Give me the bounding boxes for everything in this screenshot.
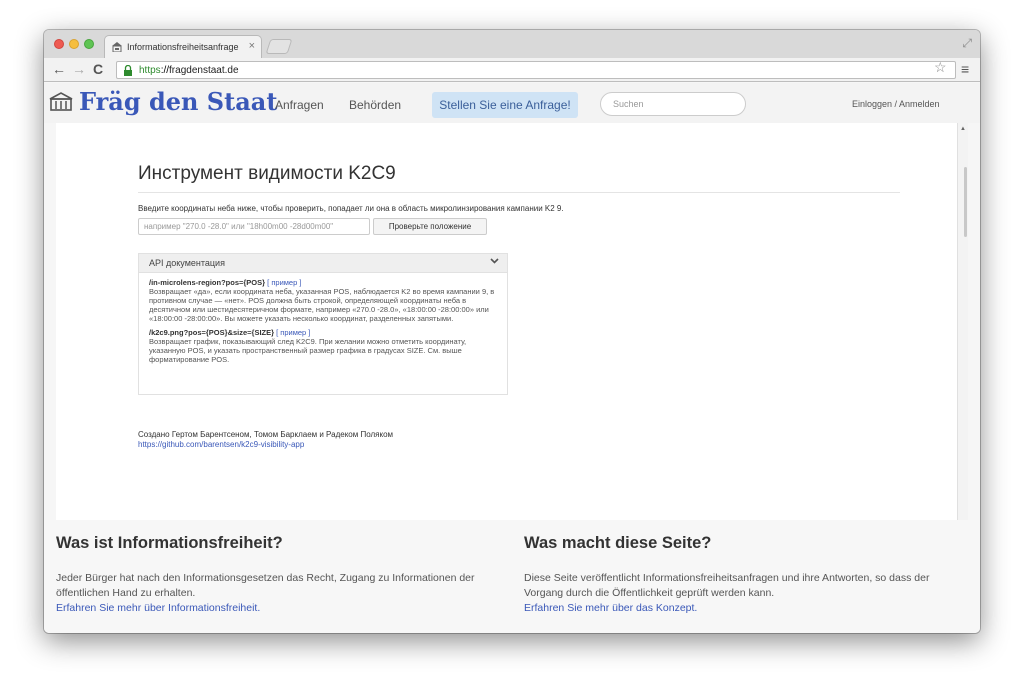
url-host: fragdenstaat.de xyxy=(169,65,239,76)
tab-close-icon[interactable]: × xyxy=(249,40,255,52)
browser-toolbar: ← → C https://fragdenstaat.de ☆ ≡ xyxy=(44,58,980,82)
maximize-window-icon[interactable] xyxy=(84,39,94,49)
example-link[interactable]: [ пример ] xyxy=(276,328,310,337)
address-bar[interactable]: https://fragdenstaat.de xyxy=(116,61,956,79)
footer-col-seite: Was macht diese Seite? Diese Seite veröf… xyxy=(524,534,969,616)
endpoint-item: /k2c9.png?pos={POS}&size={SIZE} [ пример… xyxy=(149,328,497,364)
endpoint-description: Возвращает график, показывающий след K2C… xyxy=(149,337,467,364)
url-separator: :// xyxy=(160,65,170,76)
check-position-button[interactable]: Проверьте положение xyxy=(373,218,487,235)
instructions-text: Введите координаты неба ниже, чтобы пров… xyxy=(138,204,564,213)
scrollbar[interactable]: ▲ xyxy=(957,123,968,520)
nav-link-anfragen[interactable]: Anfragen xyxy=(275,98,324,112)
browser-window: Informationsfreiheitsanfrage × ⤢ ← → C h… xyxy=(44,30,980,633)
footer-heading: Was ist Informationsfreiheit? xyxy=(56,534,283,552)
new-tab-button[interactable] xyxy=(265,39,293,54)
favicon-icon xyxy=(112,42,122,52)
content-frame: ▲ Инструмент видимости K2C9 Введите коор… xyxy=(56,123,968,520)
github-link[interactable]: https://github.com/barentsen/k2c9-visibi… xyxy=(138,440,304,449)
api-docs-body: /in-microlens-region?pos={POS} [ пример … xyxy=(139,273,507,364)
position-input[interactable]: например "270.0 -28.0" или "18h00m00 -28… xyxy=(138,218,370,235)
bookmark-star-icon[interactable]: ☆ xyxy=(934,59,947,76)
scrollbar-thumb[interactable] xyxy=(964,167,967,237)
back-icon[interactable]: ← xyxy=(52,61,66,77)
endpoint-description: Возвращает «да», если координата неба, у… xyxy=(149,287,495,323)
building-logo-icon[interactable] xyxy=(49,92,73,112)
api-docs-header[interactable]: API документация xyxy=(139,254,507,273)
lock-icon xyxy=(124,65,132,76)
footer-text: Jeder Bürger hat nach den Informationsge… xyxy=(56,572,475,599)
endpoint-item: /in-microlens-region?pos={POS} [ пример … xyxy=(149,278,497,323)
page-title: Инструмент видимости K2C9 xyxy=(138,163,396,184)
footer-link[interactable]: Erfahren Sie mehr über Informationsfreih… xyxy=(56,601,476,616)
endpoint-path: /k2c9.png?pos={POS}&size={SIZE} xyxy=(149,328,275,337)
scroll-up-icon[interactable]: ▲ xyxy=(960,126,966,132)
credits: Создано Гертом Барентсеном, Томом Баркла… xyxy=(138,430,393,450)
site-navbar: Fräg den Staat Anfragen Behörden Stellen… xyxy=(44,83,980,123)
footer-text: Diese Seite veröffentlicht Informationsf… xyxy=(524,572,930,599)
new-request-button[interactable]: Stellen Sie eine Anfrage! xyxy=(432,92,578,118)
footer-link[interactable]: Erfahren Sie mehr über das Konzept. xyxy=(524,601,969,616)
site-footer: Was ist Informationsfreiheit? Jeder Bürg… xyxy=(44,520,980,633)
minimize-window-icon[interactable] xyxy=(69,39,79,49)
api-docs-panel: API документация /in-microlens-region?po… xyxy=(138,253,508,395)
credit-text: Создано Гертом Барентсеном, Томом Баркла… xyxy=(138,430,394,439)
menu-icon[interactable]: ≡ xyxy=(961,61,969,77)
tab-title: Informationsfreiheitsanfrage xyxy=(127,42,239,52)
nav-link-behoerden[interactable]: Behörden xyxy=(349,98,401,112)
browser-tab[interactable]: Informationsfreiheitsanfrage × xyxy=(104,35,262,58)
chevron-down-icon xyxy=(490,258,499,264)
search-input[interactable]: Suchen xyxy=(600,92,746,116)
footer-heading: Was macht diese Seite? xyxy=(524,534,712,552)
example-link[interactable]: [ пример ] xyxy=(267,278,301,287)
api-docs-title: API документация xyxy=(149,258,225,268)
close-window-icon[interactable] xyxy=(54,39,64,49)
reload-icon[interactable]: C xyxy=(93,61,103,77)
site-brand[interactable]: Fräg den Staat xyxy=(79,87,277,116)
fullscreen-icon[interactable]: ⤢ xyxy=(962,36,972,51)
login-link[interactable]: Einloggen / Anmelden xyxy=(852,99,940,109)
endpoint-path: /in-microlens-region?pos={POS} xyxy=(149,278,266,287)
divider xyxy=(138,192,900,193)
tab-strip: Informationsfreiheitsanfrage × ⤢ xyxy=(44,30,980,58)
forward-icon[interactable]: → xyxy=(72,61,86,77)
footer-col-informationsfreiheit: Was ist Informationsfreiheit? Jeder Bürg… xyxy=(56,534,476,616)
url-scheme: https xyxy=(139,65,161,76)
